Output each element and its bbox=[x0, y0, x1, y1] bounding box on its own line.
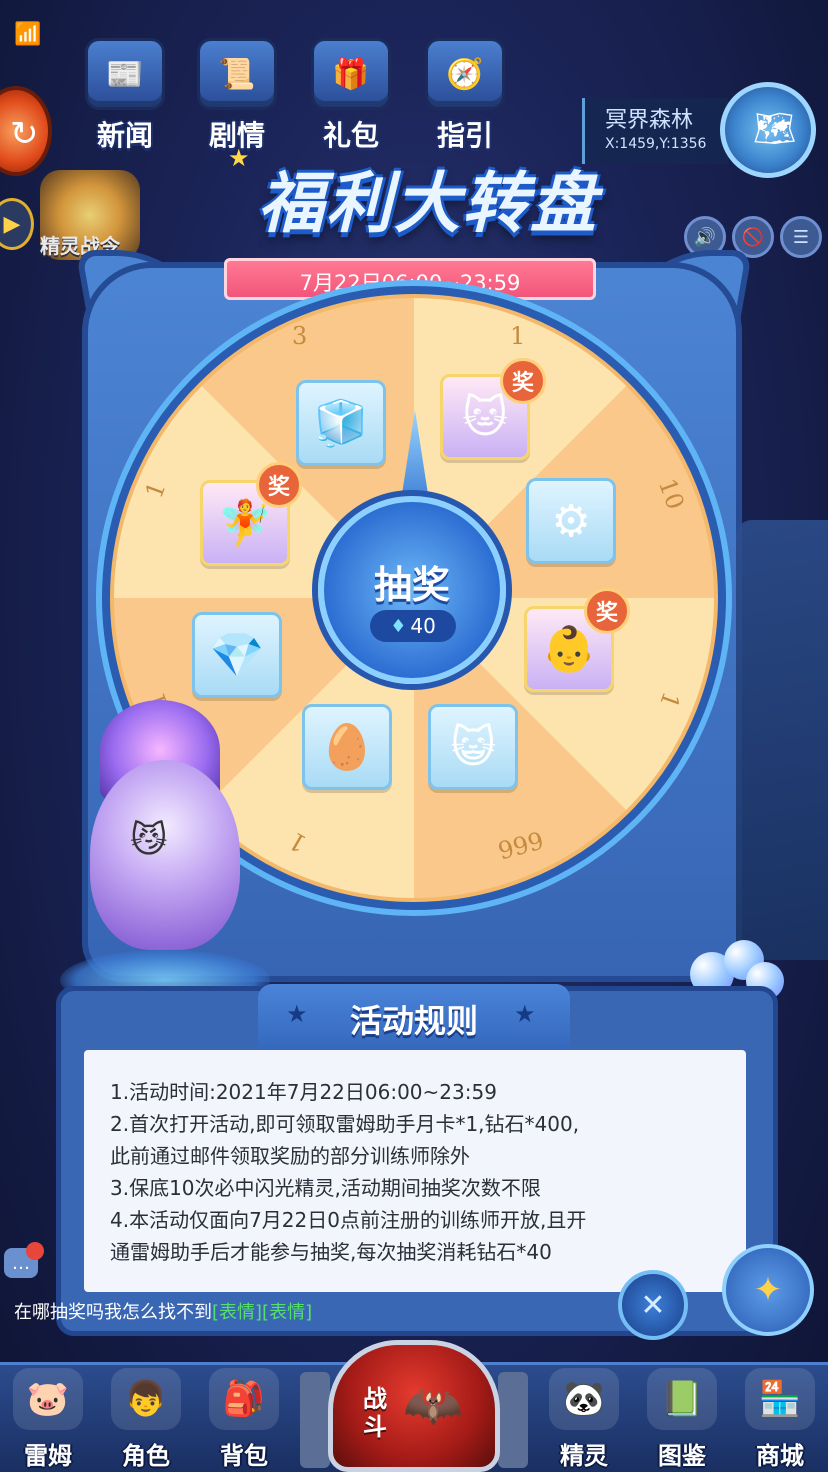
backpack-icon: 🎒 bbox=[209, 1368, 279, 1430]
bar-handle-left bbox=[300, 1372, 330, 1468]
newspaper-icon: 📰 bbox=[85, 38, 165, 110]
rules-panel[interactable]: 1.活动时间:2021年7月22日06:00~23:59 2.首次打开活动,即可… bbox=[84, 1050, 746, 1292]
shop-icon: 🏪 bbox=[745, 1368, 815, 1430]
menu-toggle-icon[interactable]: ☰ bbox=[780, 216, 822, 258]
map-button[interactable]: 🗺 bbox=[720, 82, 816, 178]
gear-badge-icon: ⚙ bbox=[526, 478, 616, 564]
star-icon: ★ bbox=[514, 1000, 536, 1028]
guide-button[interactable]: 🧭 指引 bbox=[410, 38, 520, 152]
diamond-icon: ♦ bbox=[390, 615, 407, 637]
pet-face-icon: 😼 bbox=[130, 820, 168, 861]
wifi-icon: 📶 bbox=[14, 22, 42, 47]
prize-badge: 奖 bbox=[584, 588, 630, 634]
battle-label: 战斗 bbox=[363, 1385, 387, 1441]
close-icon: ✕ bbox=[640, 1287, 666, 1323]
leimu-icon: 🐷 bbox=[13, 1368, 83, 1430]
draw-cost-value: 40 bbox=[410, 614, 436, 638]
chat-message[interactable]: 在哪抽奖吗我怎么找不到[表情][表情] bbox=[14, 1300, 344, 1326]
nav-label: 雷姆 bbox=[24, 1442, 72, 1470]
guide-icon: 🧭 bbox=[425, 38, 505, 110]
machine-side-panel bbox=[736, 520, 828, 960]
event-title-wrap: 福利大转盘 bbox=[208, 150, 648, 260]
handbook-icon: 📗 bbox=[647, 1368, 717, 1430]
prize-badge: 奖 bbox=[256, 462, 302, 508]
gift-button[interactable]: 🎁 礼包 bbox=[296, 38, 406, 152]
wheel-number: 1 bbox=[510, 322, 526, 350]
gift-icon: 🎁 bbox=[311, 38, 391, 110]
sugar-cube-icon: 🧊 bbox=[296, 380, 386, 466]
rules-text: 1.活动时间:2021年7月22日06:00~23:59 2.首次打开活动,即可… bbox=[110, 1076, 730, 1268]
nav-backpack[interactable]: 🎒 背包 bbox=[198, 1368, 290, 1472]
cat-face-icon: 😺 bbox=[428, 704, 518, 790]
chat-message-text: 在哪抽奖吗我怎么找不到 bbox=[14, 1302, 212, 1323]
rules-line: 4.本活动仅面向7月22日0点前注册的训练师开放,且开 bbox=[110, 1208, 587, 1232]
star-icon: ★ bbox=[228, 144, 250, 172]
character-icon: 👦 bbox=[111, 1368, 181, 1430]
nav-shop[interactable]: 🏪 商城 bbox=[734, 1368, 826, 1472]
nav-leimu[interactable]: 🐷 雷姆 bbox=[2, 1368, 94, 1472]
news-button[interactable]: 📰 新闻 bbox=[70, 38, 180, 152]
battle-button[interactable]: 战斗 🦇 bbox=[328, 1340, 500, 1472]
nav-label: 图鉴 bbox=[658, 1442, 706, 1470]
nav-label: 精灵 bbox=[560, 1442, 608, 1470]
event-title: 福利大转盘 bbox=[258, 165, 598, 242]
story-button[interactable]: 📜 剧情 bbox=[182, 38, 292, 152]
wheel-number: 3 bbox=[292, 322, 308, 350]
diamond-icon: 💎 bbox=[192, 612, 282, 698]
guide-label: 指引 bbox=[436, 119, 493, 152]
nav-character[interactable]: 👦 角色 bbox=[100, 1368, 192, 1472]
prize-badge: 奖 bbox=[500, 358, 546, 404]
bat-dragon-icon: 🦇 bbox=[403, 1378, 463, 1434]
nav-label: 商城 bbox=[756, 1442, 804, 1470]
bar-handle-right bbox=[498, 1372, 528, 1468]
gift-label: 礼包 bbox=[322, 119, 379, 152]
magic-wand-button[interactable]: ✦ bbox=[722, 1244, 814, 1336]
rules-line: 1.活动时间:2021年7月22日06:00~23:59 bbox=[110, 1080, 497, 1104]
nav-pet[interactable]: 🐼 精灵 bbox=[538, 1368, 630, 1472]
draw-button[interactable]: 抽奖 ♦ 40 bbox=[318, 496, 506, 684]
rules-line: 3.保底10次必中闪光精灵,活动期间抽奖次数不限 bbox=[110, 1176, 541, 1200]
notification-dot bbox=[26, 1242, 44, 1260]
jingling-badge-button[interactable]: 精灵战令 bbox=[40, 170, 140, 260]
draw-cost: ♦ 40 bbox=[370, 610, 456, 642]
star-icon: ★ bbox=[286, 1000, 308, 1028]
play-icon[interactable]: ▶ bbox=[0, 198, 34, 250]
draw-label: 抽奖 bbox=[373, 563, 450, 607]
story-icon: 📜 bbox=[197, 38, 277, 110]
pet-egg-icon: 🥚 bbox=[302, 704, 392, 790]
location-name: 冥界森林 bbox=[605, 108, 694, 133]
rules-line: 通雷姆助手后才能参与抽奖,每次抽奖消耗钻石*40 bbox=[110, 1240, 552, 1264]
close-button[interactable]: ✕ bbox=[618, 1270, 688, 1340]
nav-handbook[interactable]: 📗 图鉴 bbox=[636, 1368, 728, 1472]
news-label: 新闻 bbox=[96, 119, 153, 152]
magic-wand-icon: ✦ bbox=[753, 1270, 783, 1310]
map-icon: 🗺 bbox=[753, 109, 797, 149]
rules-line: 此前通过邮件领取奖励的部分训练师除外 bbox=[110, 1144, 470, 1168]
activity-orb-icon[interactable]: ↻ bbox=[0, 86, 52, 176]
nav-label: 角色 bbox=[122, 1442, 170, 1470]
chat-emoji-tag: [表情][表情] bbox=[212, 1302, 313, 1323]
companion-pet: 😼 bbox=[30, 700, 260, 970]
nav-label: 背包 bbox=[220, 1442, 268, 1470]
pet-icon: 🐼 bbox=[549, 1368, 619, 1430]
rules-line: 2.首次打开活动,即可领取雷姆助手月卡*1,钻石*400, bbox=[110, 1112, 580, 1136]
